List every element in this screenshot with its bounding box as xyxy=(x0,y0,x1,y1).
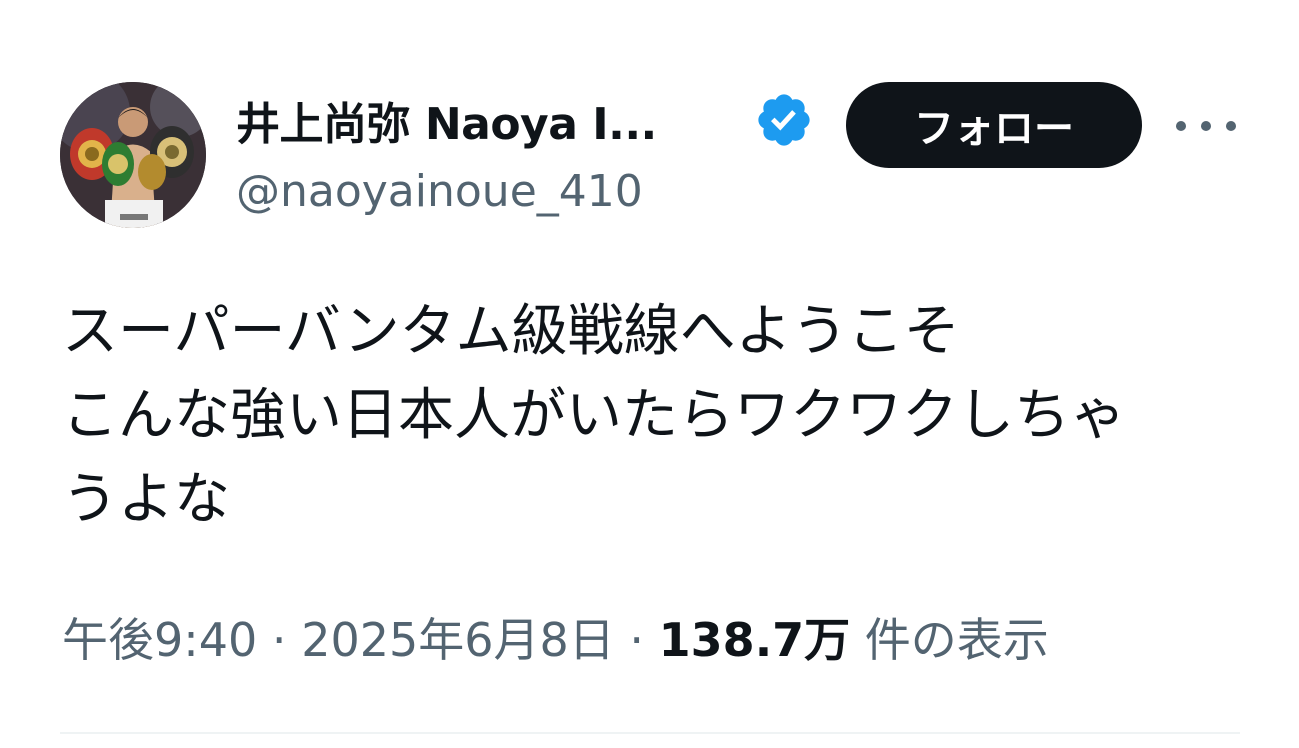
more-dot xyxy=(1176,121,1186,131)
more-dot xyxy=(1201,121,1211,131)
avatar[interactable] xyxy=(60,82,206,228)
tweet-meta: 午後9:40 · 2025年6月8日 · 138.7万 件の表示 xyxy=(62,604,1049,670)
display-name[interactable]: 井上尚弥 Naoya I... xyxy=(236,88,657,152)
divider xyxy=(60,732,1240,734)
avatar-image xyxy=(60,82,206,228)
meta-separator: · xyxy=(257,613,302,667)
views-label: 件の表示 xyxy=(850,613,1049,667)
tweet-date[interactable]: 2025年6月8日 xyxy=(301,613,615,667)
verified-badge-icon xyxy=(758,94,810,146)
views-count: 138.7万 xyxy=(658,613,851,667)
follow-button[interactable]: フォロー xyxy=(846,82,1142,168)
more-horizontal-icon[interactable] xyxy=(1176,104,1236,148)
tweet-card: 井上尚弥 Naoya I... @naoyainoue_410 フォロー スーパ… xyxy=(0,0,1299,748)
more-dot xyxy=(1226,121,1236,131)
tweet-text: スーパーバンタム級戦線へようこそ こんな強い日本人がいたらワクワクしちゃ うよな xyxy=(62,299,1126,532)
user-handle[interactable]: @naoyainoue_410 xyxy=(236,166,643,217)
tweet-time[interactable]: 午後9:40 xyxy=(62,613,257,667)
meta-separator: · xyxy=(614,613,659,667)
